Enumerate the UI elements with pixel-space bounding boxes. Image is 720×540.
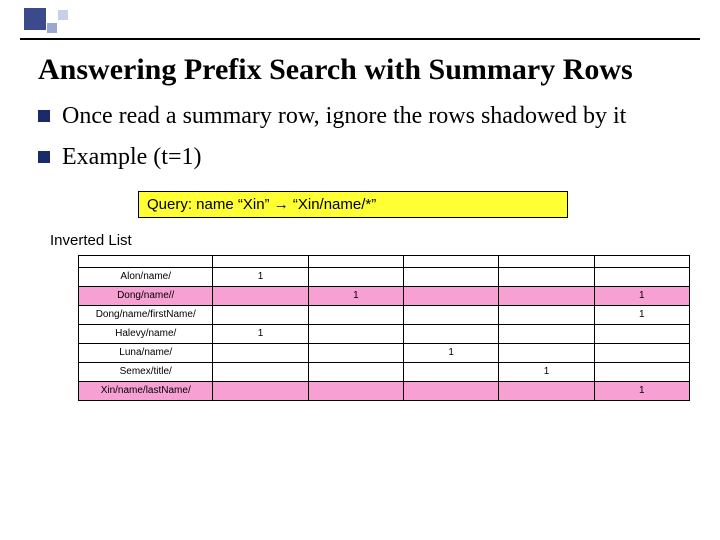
row-key: Luna/name/ [79,343,213,362]
row-cell [404,324,499,343]
bullet-text: Once read a summary row, ignore the rows… [62,103,626,129]
row-cell: 1 [594,381,689,400]
row-cell: 1 [213,267,308,286]
row-cell [594,267,689,286]
table-row: Alon/name/ 1 [79,267,690,286]
row-cell [213,343,308,362]
inverted-list-table: Alon/name/ 1 Dong/name// 1 1 Dong/name/f… [78,255,690,401]
row-cell [404,362,499,381]
bullet-item: Example (t=1) [38,142,696,173]
row-cell [308,362,403,381]
row-cell [213,305,308,324]
row-cell [308,343,403,362]
row-cell [499,343,594,362]
row-key: Dong/name// [79,286,213,305]
decor-square [47,23,57,33]
table-row: Halevy/name/ 1 [79,324,690,343]
table-row: Semex/title/ 1 [79,362,690,381]
row-cell [499,267,594,286]
bullet-item: Once read a summary row, ignore the rows… [38,101,696,132]
bullet-icon [38,110,50,122]
decor-square [58,10,68,20]
row-cell [213,381,308,400]
row-cell [404,267,499,286]
slide-decoration [0,0,720,50]
row-cell: 1 [594,286,689,305]
row-cell [213,362,308,381]
row-cell [594,362,689,381]
query-box: Query: name “Xin” → “Xin/name/*” [138,191,568,218]
row-cell [594,324,689,343]
row-cell [308,305,403,324]
row-cell [213,286,308,305]
bullet-icon [38,151,50,163]
row-cell [499,305,594,324]
table-row: Xin/name/lastName/ 1 [79,381,690,400]
row-cell [594,343,689,362]
row-cell: 1 [213,324,308,343]
table-row: Dong/name// 1 1 [79,286,690,305]
decor-rule [20,38,700,40]
row-key: Semex/title/ [79,362,213,381]
row-key: Xin/name/lastName/ [79,381,213,400]
row-cell [404,286,499,305]
row-cell [308,267,403,286]
bullet-list: Once read a summary row, ignore the rows… [38,101,696,172]
row-cell [499,286,594,305]
row-cell [404,305,499,324]
row-cell: 1 [594,305,689,324]
row-cell [499,324,594,343]
row-cell: 1 [308,286,403,305]
inverted-list-label: Inverted List [50,232,696,249]
row-cell [404,381,499,400]
row-cell: 1 [499,362,594,381]
table-row: Dong/name/firstName/ 1 [79,305,690,324]
bullet-text: Example (t=1) [62,144,202,170]
row-cell [308,324,403,343]
table-header-row [79,255,690,267]
slide-title: Answering Prefix Search with Summary Row… [38,52,696,87]
row-cell [499,381,594,400]
decor-square [24,8,46,30]
row-cell [308,381,403,400]
row-key: Alon/name/ [79,267,213,286]
table-row: Luna/name/ 1 [79,343,690,362]
row-cell: 1 [404,343,499,362]
row-key: Halevy/name/ [79,324,213,343]
row-key: Dong/name/firstName/ [79,305,213,324]
